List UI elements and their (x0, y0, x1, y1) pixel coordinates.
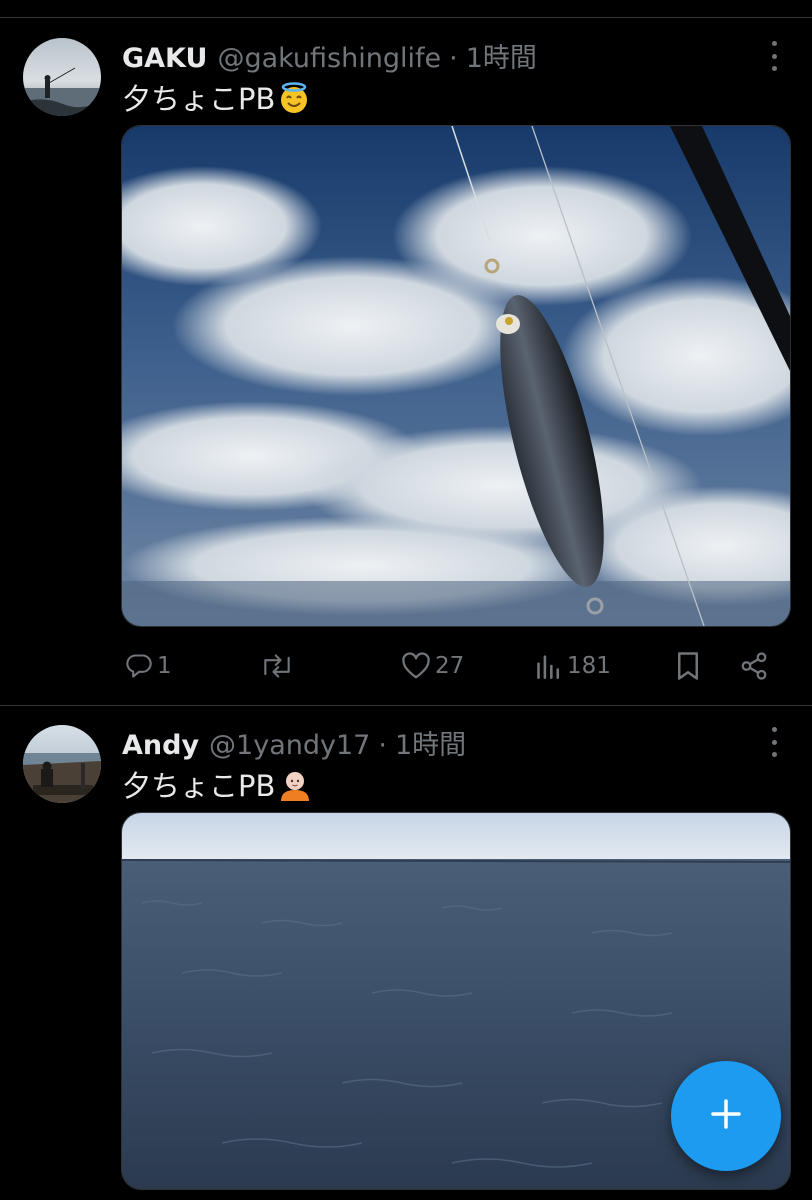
tweet-divider (0, 705, 812, 706)
share-icon (739, 651, 769, 681)
top-divider (0, 17, 812, 18)
more-icon[interactable] (766, 727, 782, 757)
share-button[interactable] (739, 646, 769, 686)
tweet-header: GAKU @gakufishinglife · 1時間 (122, 36, 537, 75)
tweet-actions: 1 27 181 (122, 646, 782, 686)
separator-dot: · (449, 43, 458, 74)
tweet-text: 夕ちょこPB (122, 763, 312, 808)
retweet-button[interactable] (259, 646, 299, 686)
tweet-text: 夕ちょこPB (122, 76, 310, 121)
timestamp[interactable]: 1時間 (395, 723, 466, 762)
display-name[interactable]: Andy (122, 730, 199, 761)
view-count: 181 (567, 653, 611, 679)
tweet-image-lure[interactable] (121, 125, 791, 627)
like-count: 27 (435, 653, 465, 679)
tweet-text-content: 夕ちょこPB (122, 769, 276, 803)
display-name[interactable]: GAKU (122, 43, 207, 74)
user-handle[interactable]: @1yandy17 (209, 730, 370, 761)
reply-button[interactable]: 1 (125, 646, 172, 686)
reply-count: 1 (157, 653, 172, 679)
timestamp[interactable]: 1時間 (466, 36, 537, 75)
views-icon (535, 652, 563, 680)
heart-icon (401, 652, 431, 680)
plus-icon (708, 1096, 744, 1136)
retweet-icon (259, 652, 295, 680)
like-button[interactable]: 27 (401, 646, 464, 686)
tweet-text-content: 夕ちょこPB (122, 82, 276, 116)
bald-person-icon (278, 769, 312, 808)
avatar-gaku[interactable] (23, 38, 101, 116)
bookmark-icon (675, 651, 701, 681)
views-button[interactable]: 181 (535, 646, 611, 686)
user-handle[interactable]: @gakufishinglife (217, 43, 441, 74)
reply-icon (125, 652, 153, 680)
tweet-header: Andy @1yandy17 · 1時間 (122, 723, 466, 762)
smiling-face-with-halo-icon (278, 81, 310, 121)
avatar-andy[interactable] (23, 725, 101, 803)
compose-button[interactable] (671, 1061, 781, 1171)
more-icon[interactable] (766, 41, 782, 71)
separator-dot: · (378, 730, 387, 761)
bookmark-button[interactable] (675, 646, 701, 686)
